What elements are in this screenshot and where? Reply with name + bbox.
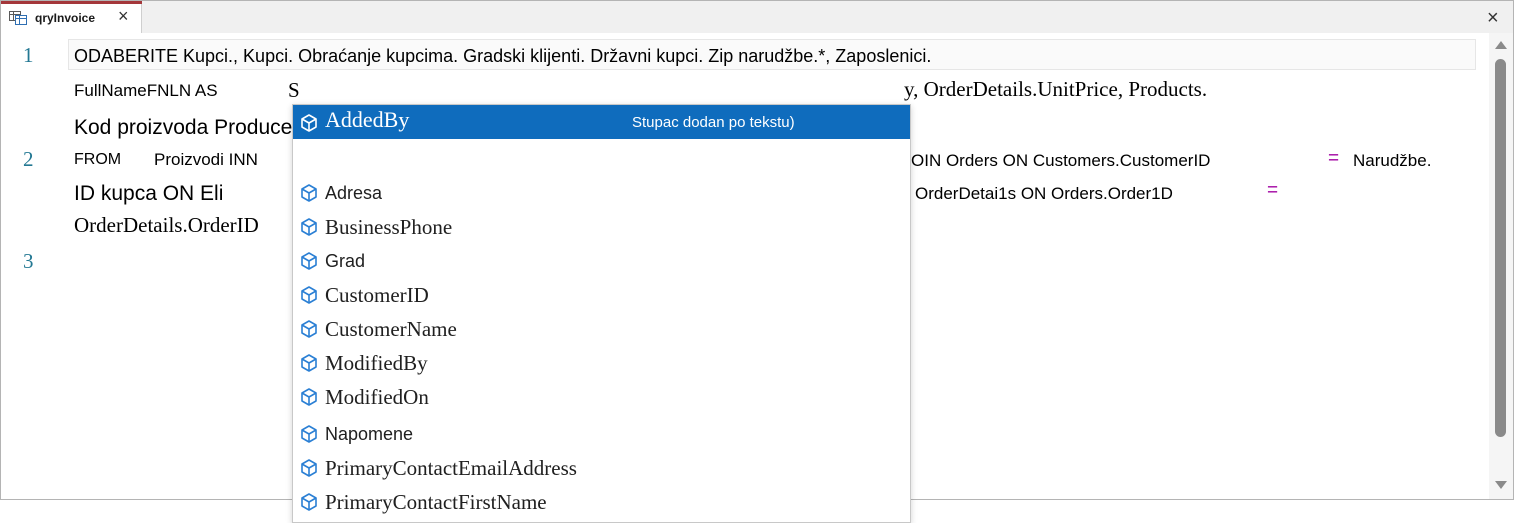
column-cube-icon xyxy=(301,286,317,304)
code-orderdetails-orderid: OrderDetails.OrderID xyxy=(74,213,259,237)
autocomplete-item-label: AddedBy xyxy=(325,107,410,132)
vertical-scrollbar[interactable] xyxy=(1489,33,1513,499)
column-cube-icon xyxy=(301,252,317,270)
code-equals-operator-1: = xyxy=(1328,148,1340,169)
column-cube-icon xyxy=(301,320,317,338)
autocomplete-item-label: BusinessPhone xyxy=(325,215,453,239)
autocomplete-item[interactable]: Napomene xyxy=(293,416,910,450)
autocomplete-item-label: CustomerID xyxy=(325,283,429,307)
column-cube-icon xyxy=(301,354,317,372)
autocomplete-popup: AddedBy Stupac dodan po tekstu) Adresa Busi… xyxy=(292,104,911,523)
code-fullname-alias: FullNameFNLN AS xyxy=(74,81,218,100)
line-number-1: 1 xyxy=(23,43,34,67)
code-equals-operator-2: = xyxy=(1267,180,1279,201)
column-cube-icon xyxy=(301,114,317,132)
code-customer-id-on: ID kupca ON Eli xyxy=(74,182,224,205)
autocomplete-item-label: PrimaryContactEmailAddress xyxy=(325,456,577,480)
autocomplete-item[interactable]: CustomerName xyxy=(293,311,910,345)
autocomplete-item-label: Grad xyxy=(325,251,366,271)
column-cube-icon xyxy=(301,459,317,477)
autocomplete-item-label: CustomerName xyxy=(325,317,457,341)
line-number-2: 2 xyxy=(23,147,34,171)
autocomplete-item[interactable]: ModifiedBy xyxy=(293,345,910,379)
tab-active-accent xyxy=(1,1,142,4)
tab-qryinvoice[interactable]: qryInvoice × xyxy=(1,1,142,33)
scrollbar-thumb[interactable] xyxy=(1495,59,1506,437)
tab-title: qryInvoice xyxy=(35,11,96,25)
autocomplete-item-label: Napomene xyxy=(325,424,414,444)
autocomplete-item[interactable]: Grad xyxy=(293,243,910,277)
column-cube-icon xyxy=(301,425,317,443)
autocomplete-item[interactable]: ModifiedOn xyxy=(293,379,910,413)
autocomplete-item-label: ModifiedBy xyxy=(325,351,428,375)
tab-close-button[interactable]: × xyxy=(118,6,129,26)
autocomplete-item-label: PrimaryContactFirstName xyxy=(325,490,547,514)
autocomplete-item-label: Adresa xyxy=(325,183,383,203)
autocomplete-item[interactable]: CustomerID xyxy=(293,277,910,311)
column-cube-icon xyxy=(301,493,317,511)
code-products-inner: Proizvodi INN xyxy=(154,150,258,169)
sql-editor[interactable]: 1 2 3 ODABERITE Kupci., Kupci. Obraćanje… xyxy=(1,33,1489,523)
code-from-keyword: FROM xyxy=(74,151,122,168)
autocomplete-item[interactable]: BusinessPhone xyxy=(293,209,910,243)
close-document-button[interactable]: × xyxy=(1487,7,1499,29)
code-orderdetails-join: OrderDetai1s ON Orders.Order1D xyxy=(915,184,1173,203)
code-orders-ref: Narudžbe. xyxy=(1353,151,1432,170)
autocomplete-item-description: Stupac dodan po tekstu) xyxy=(632,114,795,131)
query-icon xyxy=(9,11,27,25)
line-number-3: 3 xyxy=(23,249,34,273)
autocomplete-item[interactable]: PrimaryContactEmailAddress xyxy=(293,450,910,484)
code-unitprice-fragment: y, OrderDetails.UnitPrice, Products. xyxy=(904,77,1208,101)
autocomplete-item[interactable]: PrimaryContactFirstName xyxy=(293,484,910,518)
autocomplete-item[interactable]: Adresa xyxy=(293,175,910,209)
code-join-orders: OIN Orders ON Customers.CustomerID xyxy=(911,151,1211,170)
scroll-down-arrow-icon[interactable] xyxy=(1495,481,1507,489)
code-select-clause: ODABERITE Kupci., Kupci. Obraćanje kupci… xyxy=(74,46,932,66)
autocomplete-item[interactable]: AddedBy Stupac dodan po tekstu) xyxy=(293,105,910,139)
column-cube-icon xyxy=(301,388,317,406)
column-cube-icon xyxy=(301,184,317,202)
column-cube-icon xyxy=(301,218,317,236)
scroll-up-arrow-icon[interactable] xyxy=(1495,41,1507,49)
autocomplete-item-label: ModifiedOn xyxy=(325,385,429,409)
code-fragment-s: S xyxy=(288,78,300,102)
document-tab-bar: qryInvoice × × xyxy=(1,1,1513,33)
query-editor-window: qryInvoice × × 1 2 3 ODABERITE Kupci., K… xyxy=(0,0,1514,523)
